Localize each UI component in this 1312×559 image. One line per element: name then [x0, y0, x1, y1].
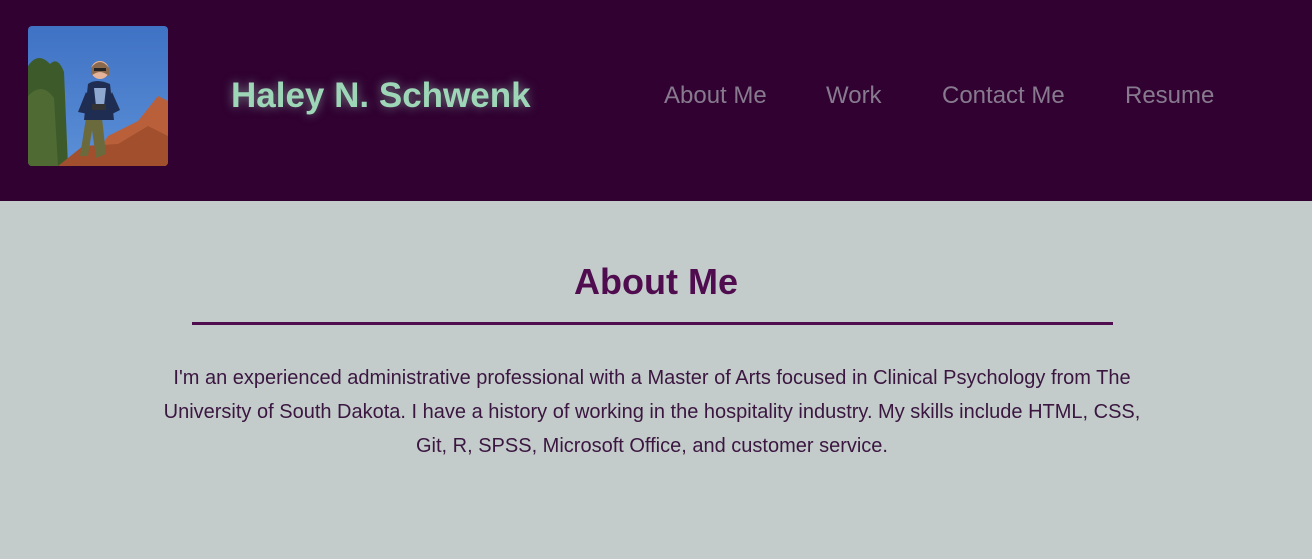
bio-paragraph: I'm an experienced administrative profes…: [163, 367, 1141, 457]
site-header: Haley N. Schwenk About Me Work Contact M…: [0, 0, 1312, 201]
nav-link-about-me[interactable]: About Me: [664, 82, 767, 110]
nav-link-contact-me[interactable]: Contact Me: [942, 82, 1065, 110]
profile-photo: [28, 26, 168, 166]
section-divider: [192, 322, 1113, 325]
nav-link-resume[interactable]: Resume: [1125, 82, 1214, 110]
section-title: About Me: [574, 261, 738, 302]
site-name: Haley N. Schwenk: [231, 76, 531, 115]
nav-link-work[interactable]: Work: [826, 82, 882, 110]
